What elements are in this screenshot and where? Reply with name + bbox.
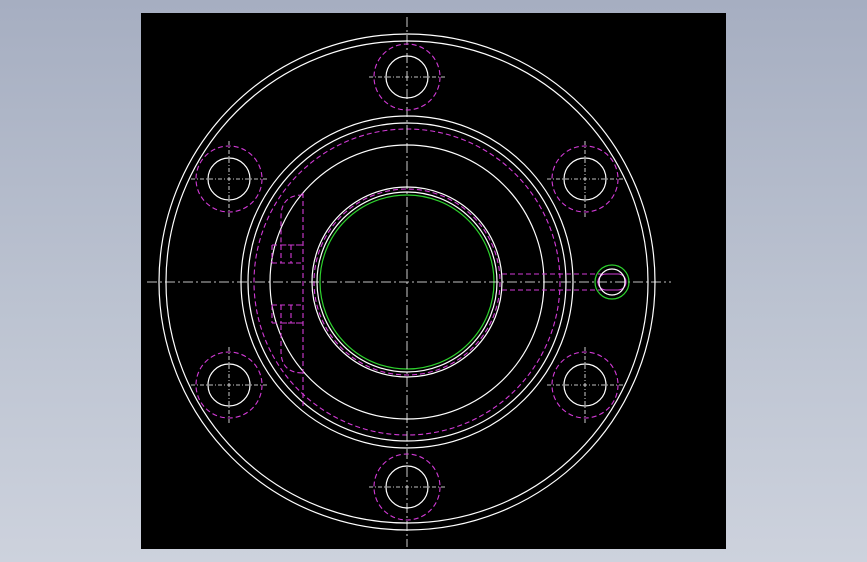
bolt-hole-lower-left bbox=[191, 347, 267, 423]
bolt-hole-upper-right bbox=[547, 141, 623, 217]
bolt-hole-upper-left bbox=[191, 141, 267, 217]
bolt-hole-lower-right bbox=[547, 347, 623, 423]
hidden-side-pocket bbox=[271, 193, 304, 408]
cad-viewport[interactable] bbox=[141, 13, 726, 549]
cad-drawing bbox=[147, 17, 671, 547]
